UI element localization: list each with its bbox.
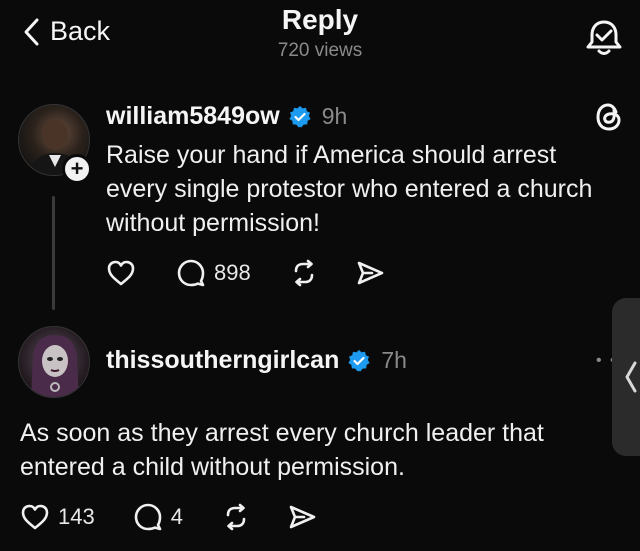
post-text-line: Raise your hand if America should arrest — [106, 141, 557, 169]
bell-check-icon[interactable] — [584, 18, 624, 58]
reply-text: As soon as they arrest every church lead… — [20, 416, 544, 484]
post-actions: 898 — [106, 258, 385, 288]
reply-count: 898 — [214, 260, 251, 285]
verified-badge-icon — [348, 349, 370, 371]
share-button[interactable] — [287, 502, 317, 532]
reply-username[interactable]: thissoutherngirlcan — [106, 346, 339, 375]
post-text: Raise your hand if America should arrest… — [106, 138, 592, 240]
repost-icon — [226, 503, 246, 531]
title-block: Reply 720 views — [0, 4, 640, 62]
verified-badge-icon — [289, 105, 311, 127]
reply-header: thissoutherngirlcan 7h — [106, 346, 407, 375]
repost-icon — [294, 259, 314, 287]
like-count: 143 — [58, 504, 95, 529]
reply-button[interactable]: 4 — [133, 502, 183, 532]
repost-button[interactable] — [289, 258, 319, 288]
chevron-left-icon — [625, 361, 637, 393]
view-count: 720 views — [277, 40, 363, 61]
threads-logo-icon[interactable] — [592, 100, 626, 134]
share-icon — [357, 261, 384, 285]
post-text-line: every single protestor who entered a chu… — [106, 175, 593, 203]
thread-line — [52, 196, 55, 310]
reply-text-line: As soon as they arrest every church lead… — [20, 419, 544, 447]
post-username[interactable]: william5849ow — [106, 102, 280, 131]
reply-text-line: entered a child without permission. — [20, 453, 405, 481]
header: Back Reply 720 views — [0, 0, 640, 80]
comment-icon — [177, 259, 205, 287]
share-button[interactable] — [355, 258, 385, 288]
repost-button[interactable] — [221, 502, 251, 532]
reply-actions: 143 4 — [20, 502, 317, 532]
share-icon — [289, 505, 316, 529]
post-time: 9h — [321, 103, 348, 129]
avatar[interactable] — [18, 326, 90, 398]
reply-button[interactable]: 898 — [176, 258, 251, 288]
like-button[interactable] — [106, 258, 136, 288]
post-text-line: without permission! — [106, 209, 320, 237]
comment-icon — [134, 503, 162, 531]
page-title: Reply — [281, 4, 359, 35]
plus-icon: + — [70, 156, 84, 181]
side-panel-handle[interactable] — [612, 298, 640, 456]
follow-button[interactable]: + — [62, 154, 92, 184]
heart-icon — [21, 504, 49, 530]
heart-icon — [107, 260, 135, 286]
post-header: william5849ow 9h — [106, 102, 347, 131]
reply-count: 4 — [170, 504, 183, 529]
like-button[interactable]: 143 — [20, 502, 95, 532]
reply-time: 7h — [381, 347, 407, 373]
